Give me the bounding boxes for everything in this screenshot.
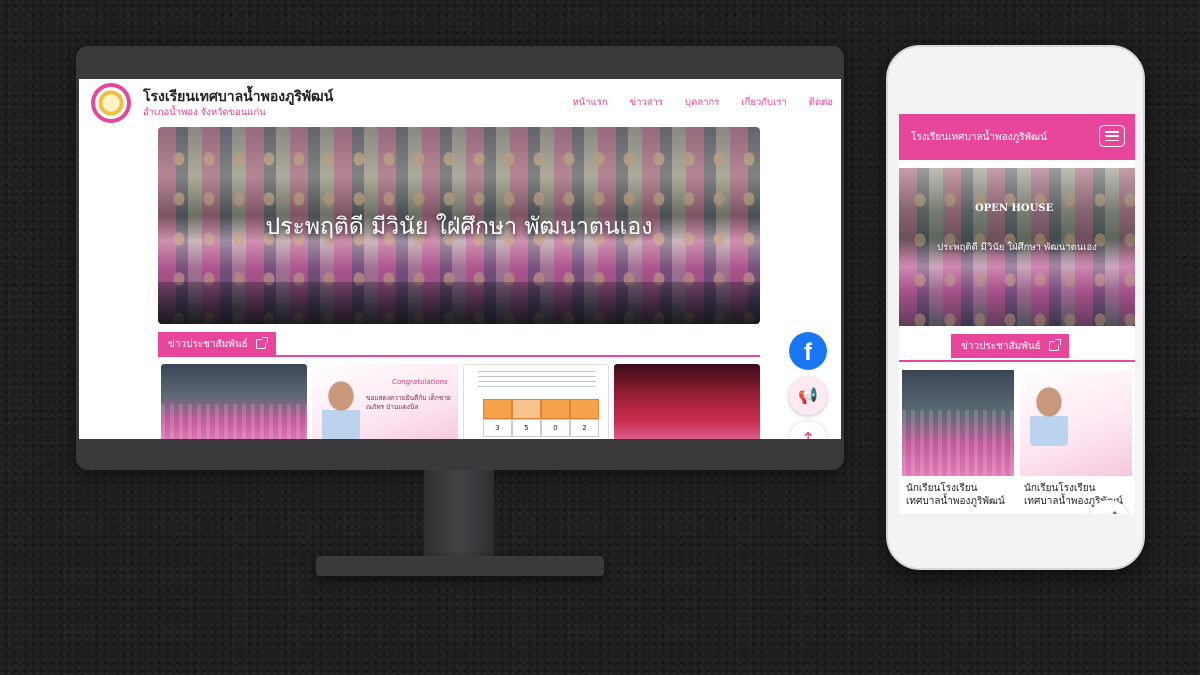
mobile-header: โรงเรียนเทศบาลน้ำพองภูริพัฒน์ — [899, 114, 1135, 160]
news-card-cinema[interactable] — [614, 364, 760, 439]
mobile-phone: โรงเรียนเทศบาลน้ำพองภูริพัฒน์ OPEN HOUSE… — [886, 45, 1145, 570]
nav-home[interactable]: หน้าแรก — [573, 95, 608, 110]
nav-news[interactable]: ข่าวสาร — [630, 95, 663, 110]
school-logo[interactable] — [91, 83, 131, 123]
external-link-icon — [255, 337, 268, 349]
table-cell: 5 — [512, 419, 541, 437]
mobile-news-card-image — [1020, 370, 1132, 476]
table-cell: 0 — [541, 419, 570, 437]
monitor-stand-neck — [424, 470, 494, 562]
mobile-news-card-image — [902, 370, 1014, 476]
table-cell: 3 — [483, 419, 512, 437]
student-photo — [1030, 386, 1068, 446]
mobile-screen: โรงเรียนเทศบาลน้ำพองภูริพัฒน์ OPEN HOUSE… — [899, 114, 1135, 514]
hamburger-menu-icon[interactable] — [1099, 125, 1125, 147]
mobile-hero-banner: OPEN HOUSE ประพฤติดี มีวินัย ใฝ่ศึกษา พั… — [899, 168, 1135, 326]
news-card-assembly[interactable] — [161, 364, 307, 439]
mobile-news-section-tab[interactable]: ข่าวประชาสัมพันธ์ — [951, 334, 1069, 358]
announcement-table-header — [483, 399, 599, 419]
scroll-top-icon[interactable]: ↑ — [789, 421, 827, 439]
mobile-school-name[interactable]: โรงเรียนเทศบาลน้ำพองภูริพัฒน์ — [911, 130, 1047, 145]
school-location: อำเภอน้ำพอง จังหวัดขอนแก่น — [143, 107, 266, 118]
congrats-title: Congratulations — [392, 378, 448, 386]
mobile-hero-motto: ประพฤติดี มีวินัย ใฝ่ศึกษา พัฒนาตนเอง — [937, 242, 1097, 253]
hero-photo-floor — [158, 282, 760, 324]
site-header: โรงเรียนเทศบาลน้ำพองภูริพัฒน์ อำเภอน้ำพอ… — [79, 79, 841, 127]
hero-banner: ประพฤติดี มีวินัย ใฝ่ศึกษา พัฒนาตนเอง — [158, 127, 760, 324]
announcement-text-lines — [478, 371, 596, 391]
news-section-tab[interactable]: ข่าวประชาสัมพันธ์ — [158, 332, 276, 356]
open-house-sign: OPEN HOUSE — [975, 203, 1054, 214]
news-card-announcement[interactable]: 3 5 0 2 — [463, 364, 609, 439]
mobile-news-card[interactable]: นักเรียนโรงเรียนเทศบาลน้ำพองภูริพัฒน์ — [1020, 370, 1132, 514]
mobile-news-section-title: ข่าวประชาสัมพันธ์ — [961, 340, 1041, 352]
monitor-stand-base — [316, 556, 604, 576]
megaphone-icon[interactable]: 📢 — [789, 377, 827, 415]
hero-motto: ประพฤติดี มีวินัย ใฝ่ศึกษา พัฒนาตนเอง — [265, 214, 653, 240]
congrats-text: ขอแสดงความยินดีกับ เด็กชายณภัทร ป่านแดงน… — [366, 394, 451, 412]
mobile-section-divider — [899, 360, 1135, 362]
student-photo — [322, 380, 360, 439]
announcement-table-row: 3 5 0 2 — [483, 419, 599, 437]
nav-about[interactable]: เกี่ยวกับเรา — [741, 95, 786, 110]
mobile-news-cards: นักเรียนโรงเรียนเทศบาลน้ำพองภูริพัฒน์ นั… — [902, 370, 1132, 514]
news-cards: Congratulations ขอแสดงความยินดีกับ เด็กช… — [161, 364, 760, 439]
desktop-monitor: โรงเรียนเทศบาลน้ำพองภูริพัฒน์ อำเภอน้ำพอ… — [76, 46, 844, 470]
nav-contact[interactable]: ติดต่อ — [809, 95, 833, 110]
news-section-title: ข่าวประชาสัมพันธ์ — [168, 338, 248, 350]
news-card-congrats[interactable]: Congratulations ขอแสดงความยินดีกับ เด็กช… — [312, 364, 458, 439]
mobile-news-card[interactable]: นักเรียนโรงเรียนเทศบาลน้ำพองภูริพัฒน์ — [902, 370, 1014, 514]
facebook-icon[interactable]: f — [789, 332, 827, 370]
desktop-screen: โรงเรียนเทศบาลน้ำพองภูริพัฒน์ อำเภอน้ำพอ… — [79, 79, 841, 439]
mobile-news-card-caption: นักเรียนโรงเรียนเทศบาลน้ำพองภูริพัฒน์ — [902, 476, 1014, 514]
table-cell: 2 — [570, 419, 599, 437]
nav-staff[interactable]: บุคลากร — [685, 95, 719, 110]
external-link-icon — [1048, 339, 1061, 351]
main-nav: หน้าแรก ข่าวสาร บุคลากร เกี่ยวกับเรา ติด… — [573, 95, 833, 110]
section-divider — [158, 355, 760, 357]
